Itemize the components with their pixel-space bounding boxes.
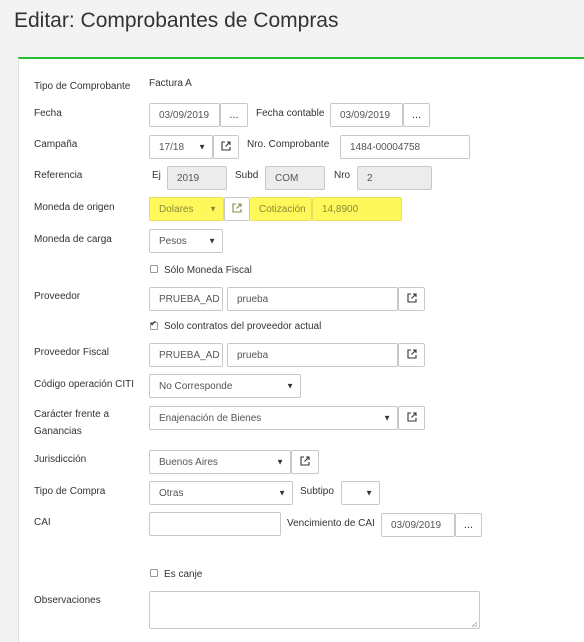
subd-label: Subd: [235, 170, 259, 181]
campana-open-button[interactable]: [213, 135, 239, 159]
caracter-ganancias-select[interactable]: Enajenación de Bienes ▼: [149, 406, 398, 430]
fecha-contable-picker-button[interactable]: ...: [403, 103, 430, 127]
vencimiento-cai-picker-button[interactable]: ...: [455, 513, 482, 537]
resize-handle-icon[interactable]: [471, 620, 478, 628]
tipo-compra-select[interactable]: Otras ▼: [149, 481, 293, 505]
campana-value: 17/18: [159, 141, 185, 153]
caracter-ganancias-open-button[interactable]: [398, 406, 425, 430]
jurisdiccion-open-button[interactable]: [291, 450, 319, 474]
proveedor-code-input[interactable]: PRUEBA_AD: [149, 287, 223, 311]
form-panel: Tipo de Comprobante Factura A Fecha 03/0…: [18, 57, 584, 642]
proveedor-name-input[interactable]: prueba: [227, 287, 398, 311]
observaciones-label: Observaciones: [34, 595, 101, 606]
tipo-compra-label: Tipo de Compra: [34, 486, 106, 497]
external-link-icon: [221, 140, 231, 154]
solo-moneda-fiscal-label: Sólo Moneda Fiscal: [164, 265, 252, 276]
campana-label: Campaña: [34, 139, 78, 150]
fecha-contable-label: Fecha contable: [256, 108, 325, 119]
fecha-input[interactable]: 03/09/2019: [149, 103, 220, 127]
moneda-carga-value: Pesos: [159, 235, 187, 247]
subtipo-label: Subtipo: [300, 486, 334, 497]
codigo-citi-label: Código operación CITI: [34, 379, 135, 390]
ej-input: 2019: [167, 166, 227, 190]
nro-label: Nro: [334, 170, 351, 181]
tipo-comprobante-value: Factura A: [149, 78, 192, 89]
proveedor-open-button[interactable]: [398, 287, 425, 311]
moneda-carga-select[interactable]: Pesos ▼: [149, 229, 223, 253]
moneda-origen-open-button[interactable]: [224, 197, 250, 221]
jurisdiccion-value: Buenos Aires: [159, 456, 218, 468]
subtipo-select[interactable]: ▼: [341, 481, 380, 505]
solo-contratos-checkbox[interactable]: [150, 319, 158, 330]
external-link-icon: [232, 202, 242, 216]
fecha-contable-input[interactable]: 03/09/2019: [330, 103, 403, 127]
external-link-icon: [406, 411, 417, 425]
tipo-comprobante-label: Tipo de Comprobante: [34, 81, 131, 92]
codigo-citi-value: No Corresponde: [159, 380, 233, 392]
proveedor-fiscal-label: Proveedor Fiscal: [34, 347, 110, 358]
vencimiento-cai-input[interactable]: 03/09/2019: [381, 513, 455, 537]
vencimiento-cai-label: Vencimiento de CAI: [287, 518, 375, 529]
jurisdiccion-select[interactable]: Buenos Aires ▼: [149, 450, 291, 474]
proveedor-fiscal-code-input[interactable]: PRUEBA_AD: [149, 343, 223, 367]
subd-input: COM: [265, 166, 325, 190]
caracter-ganancias-label-line1: Carácter frente a: [34, 409, 110, 420]
moneda-origen-label: Moneda de origen: [34, 202, 115, 213]
fecha-picker-button[interactable]: ...: [220, 103, 248, 127]
solo-contratos-label: Solo contratos del proveedor actual: [164, 321, 322, 332]
caracter-ganancias-value: Enajenación de Bienes: [159, 412, 262, 424]
moneda-origen-select[interactable]: Dolares ▼: [149, 197, 224, 221]
nro-comprobante-label: Nro. Comprobante: [247, 139, 330, 150]
chevron-down-icon: ▼: [278, 488, 286, 498]
caracter-ganancias-label-line2: Ganancias: [34, 426, 82, 437]
cotizacion-input[interactable]: 14,8900: [312, 197, 402, 221]
solo-moneda-fiscal-checkbox[interactable]: [150, 265, 158, 273]
es-canje-checkbox[interactable]: [150, 569, 158, 577]
external-link-icon: [300, 455, 310, 469]
external-link-icon: [406, 292, 417, 306]
chevron-down-icon: ▼: [198, 142, 206, 152]
nro-input: 2: [357, 166, 432, 190]
es-canje-label: Es canje: [164, 569, 203, 580]
moneda-carga-label: Moneda de carga: [34, 234, 112, 245]
page-title: Editar: Comprobantes de Compras: [14, 9, 339, 32]
cai-input[interactable]: [149, 512, 281, 536]
campana-select[interactable]: 17/18 ▼: [149, 135, 213, 159]
codigo-citi-select[interactable]: No Corresponde ▼: [149, 374, 301, 398]
ej-label: Ej: [152, 170, 161, 181]
proveedor-label: Proveedor: [34, 291, 81, 302]
proveedor-fiscal-name-input[interactable]: prueba: [227, 343, 398, 367]
referencia-label: Referencia: [34, 170, 83, 181]
observaciones-textarea[interactable]: [149, 591, 480, 629]
chevron-down-icon: ▼: [383, 413, 391, 423]
chevron-down-icon: ▼: [276, 457, 284, 467]
chevron-down-icon: ▼: [208, 236, 216, 246]
chevron-down-icon: ▼: [209, 204, 217, 214]
nro-comprobante-input[interactable]: 1484-00004758: [340, 135, 470, 159]
page-header: Editar: Comprobantes de Compras: [0, 0, 584, 50]
chevron-down-icon: ▼: [365, 488, 373, 498]
external-link-icon: [406, 348, 417, 362]
fecha-label: Fecha: [34, 108, 62, 119]
chevron-down-icon: ▼: [286, 381, 294, 391]
cotizacion-label: Cotización: [250, 197, 312, 221]
proveedor-fiscal-open-button[interactable]: [398, 343, 425, 367]
cai-label: CAI: [34, 517, 51, 528]
tipo-compra-value: Otras: [159, 487, 184, 499]
jurisdiccion-label: Jurisdicción: [34, 454, 87, 465]
moneda-origen-value: Dolares: [159, 203, 194, 215]
